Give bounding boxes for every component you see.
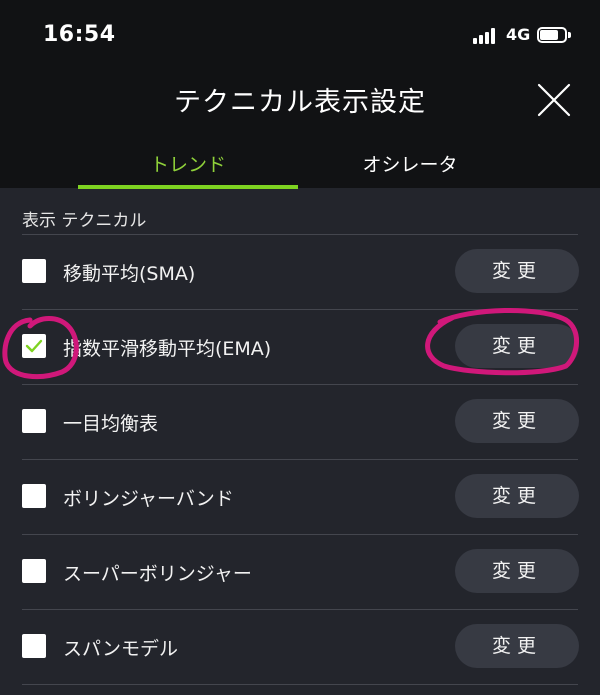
change-button-span-model[interactable]: 変更 <box>455 624 579 668</box>
change-button-bollinger[interactable]: 変更 <box>455 474 579 518</box>
list-item-span-model: スパンモデル 変更 <box>0 609 600 684</box>
screen: 16:54 4G テクニカル表示設定 トレンド オシレータ 表示 テクニカル 移… <box>0 0 600 695</box>
change-button-sma[interactable]: 変更 <box>455 249 579 293</box>
change-button-ema[interactable]: 変更 <box>455 324 579 368</box>
checkbox-bollinger[interactable] <box>22 484 46 508</box>
checkbox-span-model[interactable] <box>22 634 46 658</box>
battery-icon <box>537 27 574 45</box>
checkbox-sma[interactable] <box>22 259 46 283</box>
status-bar: 16:54 4G <box>0 0 600 70</box>
technical-list: 表示 テクニカル 移動平均(SMA) 変更 指数平滑移動平均(EMA) 変更 一… <box>0 188 600 695</box>
checkmark-icon <box>25 339 43 353</box>
close-button[interactable] <box>534 80 574 120</box>
list-item-ichimoku: 一目均衡表 変更 <box>0 384 600 459</box>
tab-trend[interactable]: トレンド <box>78 150 298 188</box>
change-button-ichimoku[interactable]: 変更 <box>455 399 579 443</box>
list-item-sma: 移動平均(SMA) 変更 <box>0 234 600 309</box>
change-button-super-bollinger[interactable]: 変更 <box>455 549 579 593</box>
checkbox-ichimoku[interactable] <box>22 409 46 433</box>
row-label: スーパーボリンジャー <box>63 563 252 585</box>
divider <box>22 684 578 685</box>
row-label: 移動平均(SMA) <box>63 263 196 285</box>
list-item-bollinger: ボリンジャーバンド 変更 <box>0 459 600 534</box>
header: テクニカル表示設定 トレンド オシレータ <box>0 70 600 189</box>
tab-oscillator[interactable]: オシレータ <box>300 150 520 188</box>
network-type: 4G <box>506 25 531 44</box>
row-label: スパンモデル <box>63 638 178 660</box>
close-icon <box>537 83 571 117</box>
list-item-ema: 指数平滑移動平均(EMA) 変更 <box>0 309 600 384</box>
row-label: 一目均衡表 <box>63 413 159 435</box>
page-title: テクニカル表示設定 <box>174 87 426 118</box>
checkbox-ema[interactable] <box>22 334 46 358</box>
section-label: 表示 テクニカル <box>22 211 147 231</box>
row-label: ボリンジャーバンド <box>63 488 234 510</box>
checkbox-super-bollinger[interactable] <box>22 559 46 583</box>
row-label: 指数平滑移動平均(EMA) <box>63 338 272 360</box>
status-time: 16:54 <box>43 22 116 47</box>
list-item-super-bollinger: スーパーボリンジャー 変更 <box>0 534 600 609</box>
signal-bars-icon <box>473 28 499 44</box>
